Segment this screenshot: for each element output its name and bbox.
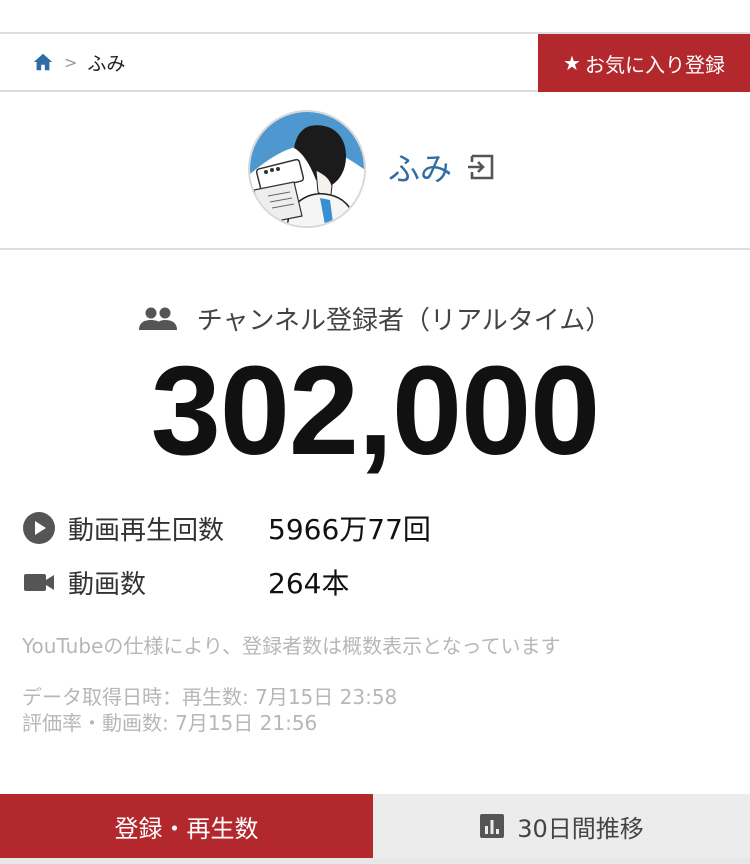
breadcrumb-current: ふみ	[87, 52, 126, 75]
avatar[interactable]	[248, 110, 366, 228]
videos-row: 動画数 264本	[22, 562, 349, 602]
fetch-time: データ取得日時：再生数: 7月15日 23:58	[22, 685, 398, 709]
bottom-strip	[0, 858, 750, 864]
favorite-button[interactable]: ★ お気に入り登録	[538, 34, 750, 92]
videos-value: 264本	[268, 567, 350, 600]
breadcrumb: > ふみ	[32, 34, 125, 90]
subscriber-label: チャンネル登録者（リアルタイム）	[196, 306, 612, 336]
views-row: 動画再生回数 5966万77回	[22, 508, 431, 548]
tab-bar: 登録・再生数 30日間推移	[0, 794, 750, 858]
tab-subscribers-views-label: 登録・再生数	[114, 814, 259, 843]
approx-note: YouTubeの仕様により、登録者数は概数表示となっています	[22, 634, 561, 658]
subscriber-label-row: チャンネル登録者（リアルタイム）	[0, 300, 750, 337]
favorite-button-label: お気に入り登録	[584, 54, 725, 77]
star-icon: ★	[563, 52, 581, 75]
videos-label: 動画数	[68, 569, 147, 600]
breadcrumb-bar: > ふみ ★ お気に入り登録	[0, 34, 750, 92]
subscriber-count: 302,000	[150, 340, 600, 481]
play-circle-icon	[22, 511, 56, 545]
top-bar	[0, 0, 750, 34]
exit-icon[interactable]	[466, 153, 496, 181]
channel-name-link[interactable]: ふみ	[388, 144, 496, 190]
bar-chart-icon	[479, 813, 505, 839]
views-label: 動画再生回数	[68, 515, 225, 546]
breadcrumb-separator: >	[64, 52, 78, 72]
tab-30-day-trend-label: 30日間推移	[517, 814, 644, 843]
rating-time: 評価率・動画数: 7月15日 21:56	[22, 711, 318, 735]
channel-name: ふみ	[388, 150, 453, 188]
channel-profile: ふみ	[0, 92, 750, 250]
video-camera-icon	[22, 565, 56, 599]
views-value: 5966万77回	[268, 513, 431, 546]
home-icon[interactable]	[32, 51, 54, 73]
tab-30-day-trend[interactable]: 30日間推移	[373, 794, 750, 858]
people-icon	[138, 306, 177, 332]
tab-subscribers-views[interactable]: 登録・再生数	[0, 794, 373, 858]
